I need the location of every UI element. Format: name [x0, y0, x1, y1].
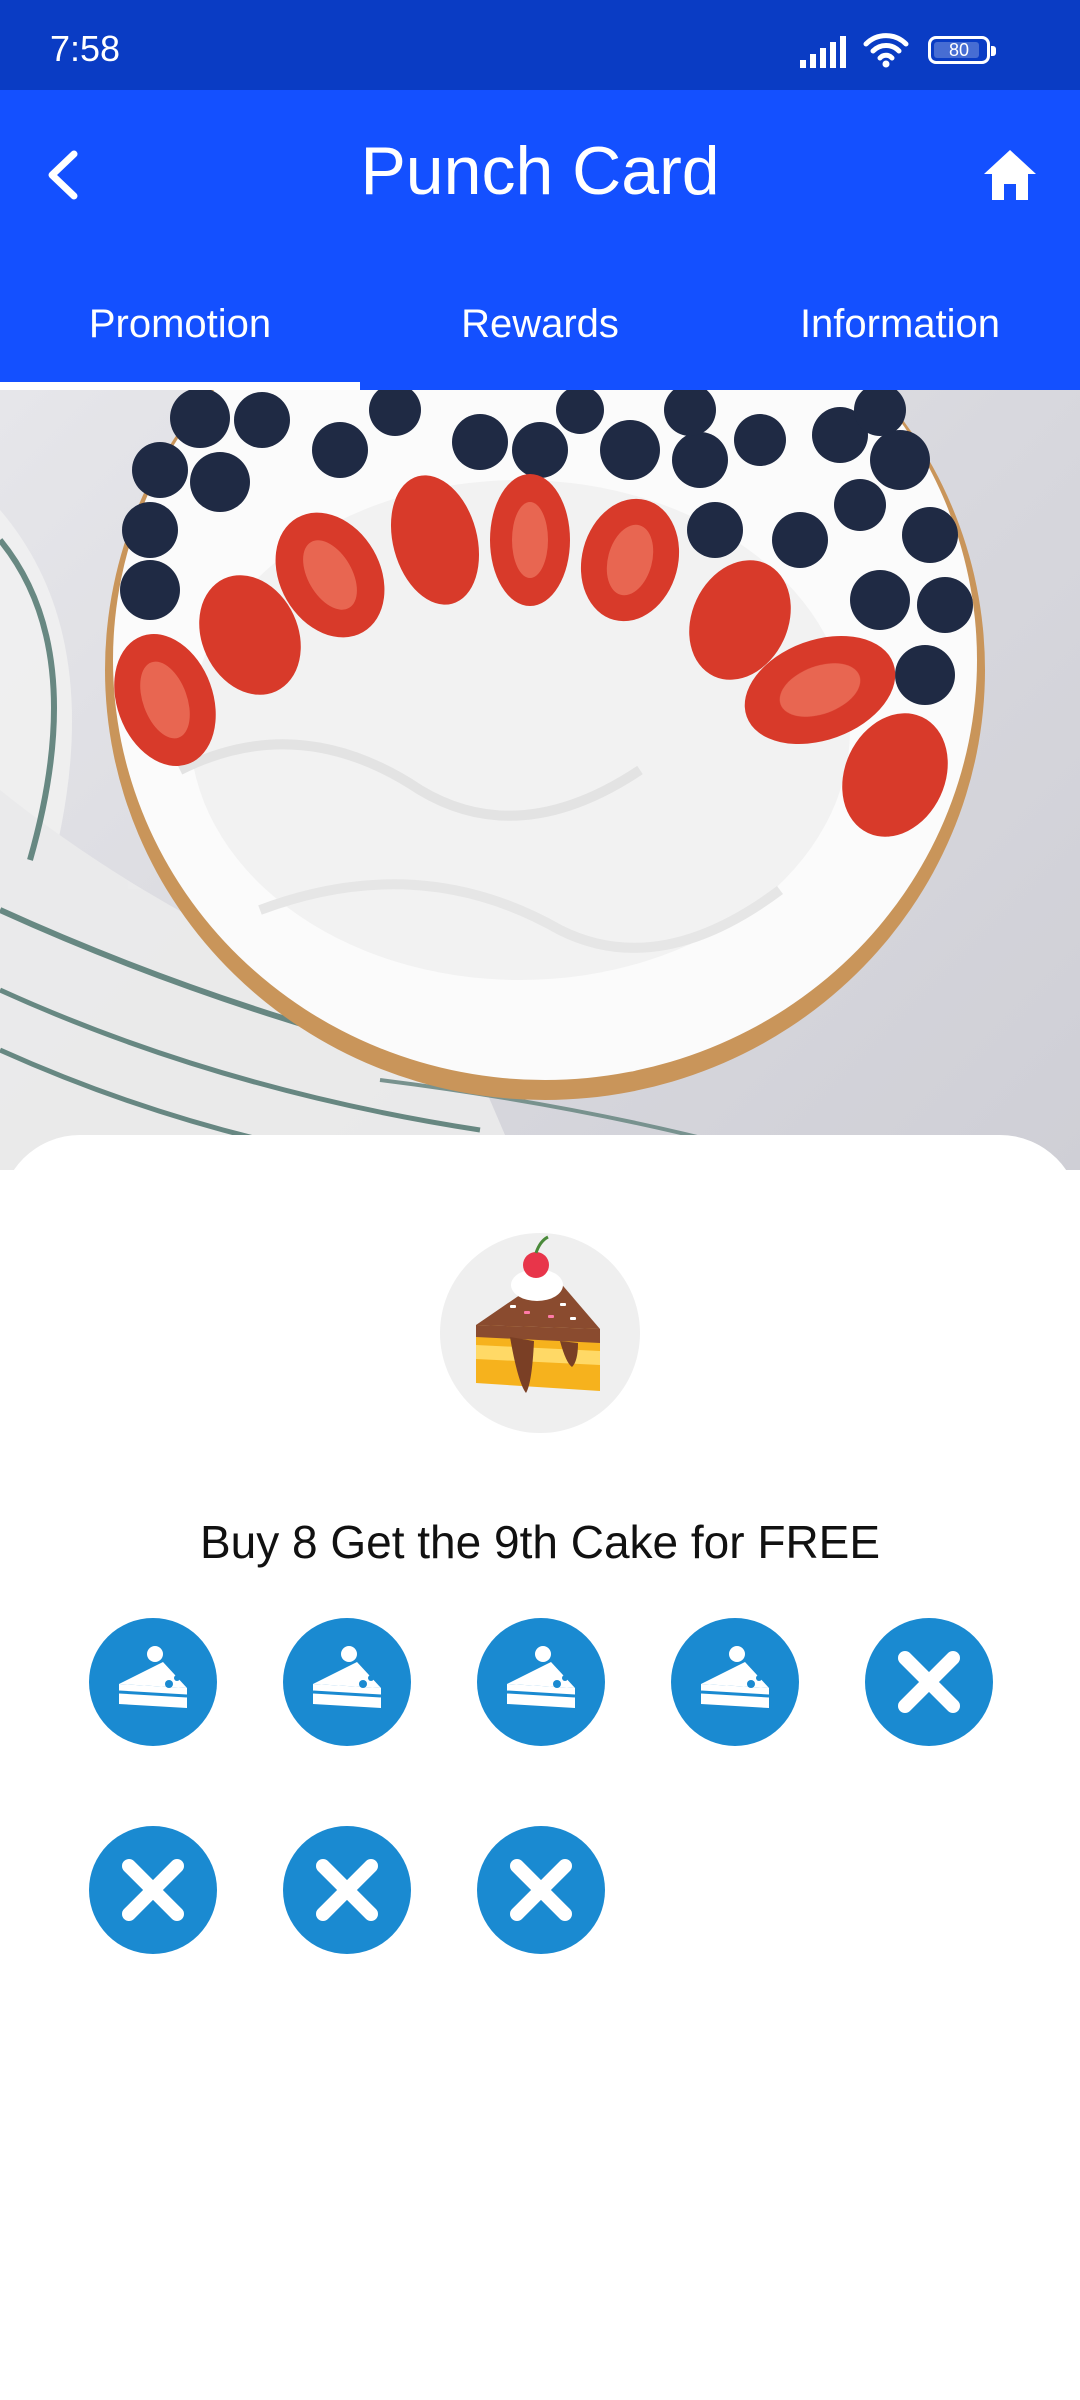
stamp-collected — [477, 1618, 605, 1746]
stamp-collected — [89, 1618, 217, 1746]
tab-label: Rewards — [461, 302, 619, 346]
cake-photo — [0, 390, 985, 1170]
close-icon — [510, 1859, 572, 1921]
stamp-empty — [865, 1618, 993, 1746]
cake-slice-avatar — [440, 1233, 640, 1433]
cake-slice-icon — [476, 1235, 600, 1393]
battery-level: 80 — [948, 40, 970, 60]
stamp-collected — [671, 1618, 799, 1746]
app-bar: Punch Card Promotion Rewards Information — [0, 90, 1080, 390]
tab-information[interactable]: Information — [720, 290, 1080, 390]
cake-stamp-icon — [118, 1646, 188, 1708]
stamp-collected — [283, 1618, 411, 1746]
battery-icon: 80 — [928, 36, 996, 64]
tab-rewards[interactable]: Rewards — [360, 290, 720, 390]
stamp-empty — [477, 1826, 605, 1954]
tab-promotion[interactable]: Promotion — [0, 290, 360, 390]
stamp-empty — [89, 1826, 217, 1954]
wifi-icon — [863, 33, 909, 68]
close-icon — [122, 1859, 184, 1921]
page-title: Punch Card — [360, 133, 720, 209]
active-tab-indicator — [0, 382, 360, 390]
hero-image — [0, 390, 1080, 1170]
tab-bar: Promotion Rewards Information — [0, 290, 1080, 390]
cake-stamp-icon — [700, 1646, 770, 1708]
status-bar: 7:58 80 — [0, 0, 1080, 90]
status-time: 7:58 — [50, 28, 121, 69]
status-icons: 80 — [800, 30, 1000, 70]
home-icon — [984, 150, 1036, 200]
tab-label: Information — [799, 302, 1001, 346]
close-icon — [316, 1859, 378, 1921]
signal-icon — [800, 36, 846, 68]
cake-stamp-icon — [506, 1646, 576, 1708]
cake-stamp-icon — [312, 1646, 382, 1708]
close-icon — [898, 1651, 960, 1713]
home-button[interactable] — [970, 140, 1050, 210]
promotion-title: Buy 8 Get the 9th Cake for FREE — [199, 1516, 881, 1568]
tab-label: Promotion — [88, 302, 272, 346]
stamp-empty — [283, 1826, 411, 1954]
